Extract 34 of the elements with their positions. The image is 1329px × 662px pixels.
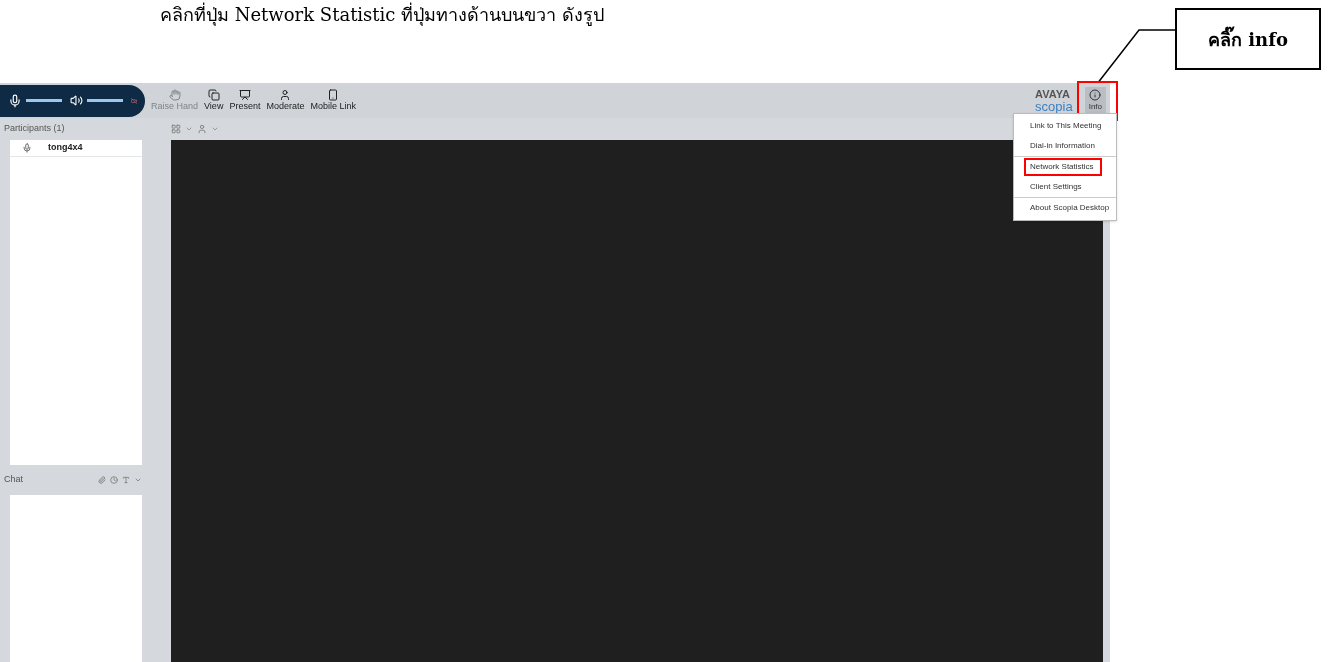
caret-icon[interactable] xyxy=(134,476,142,484)
caret-icon[interactable] xyxy=(185,125,193,133)
panel-title: Chat xyxy=(4,473,23,487)
attach-icon[interactable] xyxy=(98,476,106,484)
instruction-text: คลิกที่ปุ่ม Network Statistic ที่ปุ่มทางด้านบนขวา ดังรูป xyxy=(160,2,604,28)
menu-item[interactable]: Dial-in Information xyxy=(1014,136,1116,156)
toolbar-icon xyxy=(327,88,340,101)
caret-icon[interactable] xyxy=(211,125,219,133)
menu-item[interactable]: Network Statistics xyxy=(1014,156,1116,177)
toolbar-icon xyxy=(238,88,251,101)
info-icon xyxy=(1089,88,1102,101)
menu-item[interactable]: Link to This Meeting xyxy=(1014,116,1116,136)
layout-icon[interactable] xyxy=(171,124,181,134)
callout-text: คลิ๊ก info xyxy=(1208,25,1288,52)
toolbar-button[interactable]: Mobile Link xyxy=(310,88,356,113)
participant-row[interactable]: tong4x4 xyxy=(10,140,142,157)
microphone-icon xyxy=(22,143,32,153)
microphone-icon[interactable] xyxy=(8,93,22,108)
toolbar-button[interactable]: View xyxy=(204,88,224,113)
user-icon[interactable] xyxy=(197,124,207,134)
toolbar-icon xyxy=(168,88,181,101)
brand-logo-text: scopia xyxy=(1035,99,1073,113)
toolbar-icon xyxy=(279,88,292,101)
panel-title: Participants (1) xyxy=(4,122,66,136)
toolbar-button[interactable]: Present xyxy=(229,88,261,113)
toolbar-button[interactable]: Moderate xyxy=(266,88,305,113)
toolbar-icon xyxy=(207,88,220,101)
speaker-icon[interactable] xyxy=(70,94,83,107)
brand-logo-text: AVAYA xyxy=(1035,88,1071,100)
font-icon[interactable] xyxy=(122,476,130,484)
menu-item[interactable]: Client Settings xyxy=(1014,177,1116,197)
info-button[interactable]: Info xyxy=(1084,86,1106,115)
clock-icon[interactable] xyxy=(110,476,118,484)
menu-item[interactable]: About Scopia Desktop xyxy=(1014,197,1116,218)
